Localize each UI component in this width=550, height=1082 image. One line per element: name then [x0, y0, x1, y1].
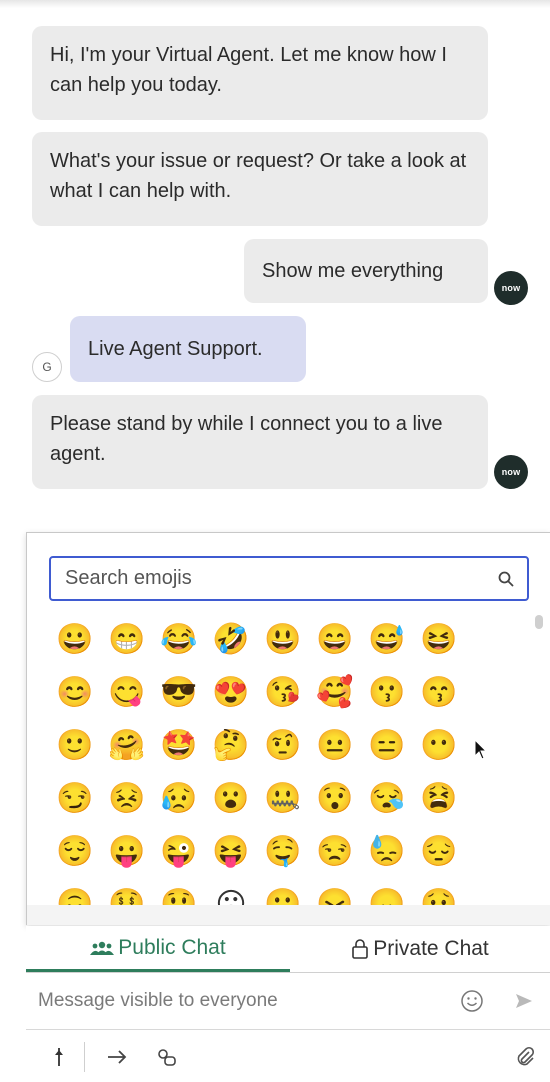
emoji-item[interactable]: 😅: [361, 613, 413, 666]
emoji-item[interactable]: 🤤: [257, 825, 309, 878]
emoji-item[interactable]: 😆: [413, 613, 465, 666]
emoji-item[interactable]: 😂: [153, 613, 205, 666]
emoji-item[interactable]: 🤨: [257, 719, 309, 772]
picker-footer: [27, 905, 550, 925]
emoji-item[interactable]: 😓: [361, 825, 413, 878]
send-icon[interactable]: [514, 991, 534, 1011]
paperclip-icon[interactable]: [514, 1046, 536, 1068]
search-icon[interactable]: [497, 570, 515, 588]
arrow-right-icon[interactable]: [106, 1046, 128, 1068]
now-avatar: now: [494, 271, 528, 305]
emoji-scrollbar[interactable]: [535, 615, 544, 905]
emoji-item[interactable]: 😣: [101, 772, 153, 825]
emoji-item[interactable]: 😍: [205, 666, 257, 719]
emoji-item[interactable]: 😶: [413, 719, 465, 772]
emoji-item[interactable]: 🤗: [101, 719, 153, 772]
emoji-item[interactable]: 🥰: [309, 666, 361, 719]
emoji-row: 😌 😛 😜 😝 🤤 😒 😓 😔: [49, 825, 519, 878]
tab-private-label: Private Chat: [373, 937, 489, 960]
message-input[interactable]: [36, 982, 440, 1020]
emoji-row: 😊 😋 😎 😍 😘 🥰 😗 😙: [49, 666, 519, 719]
agent-message: Please stand by while I connect you to a…: [32, 395, 488, 489]
emoji-item[interactable]: 😘: [257, 666, 309, 719]
top-shadow: [0, 0, 550, 8]
emoji-item[interactable]: 🤐: [257, 772, 309, 825]
emoji-item[interactable]: 😯: [309, 772, 361, 825]
emoji-item[interactable]: 🤩: [153, 719, 205, 772]
emoji-row: 😀 😁 😂 🤣 😃 😄 😅 😆: [49, 613, 519, 666]
emoji-item[interactable]: 😏: [49, 772, 101, 825]
lock-icon: [352, 939, 369, 959]
toolbar-divider: [84, 1042, 85, 1072]
agent-message: Hi, I'm your Virtual Agent. Let me know …: [32, 26, 488, 120]
emoji-picker: 😀😁😂🤣😃😄😅😆😊😋😎😍😘🥰😗😙🙂🤗🤩🤔🤨😐😑😶😏😣😥😮🤐😯😪😫😌😛😜😝🤤😒😓😔…: [26, 532, 550, 925]
smiley-icon[interactable]: [460, 989, 484, 1013]
message-composer: [26, 972, 550, 1030]
emoji-item[interactable]: 😄: [309, 613, 361, 666]
emoji-item[interactable]: 😐: [309, 719, 361, 772]
user-message: Live Agent Support.: [70, 316, 306, 382]
tab-public-chat[interactable]: Public Chat: [26, 926, 290, 972]
agent-message: Show me everything: [244, 239, 488, 303]
emoji-item[interactable]: 😌: [49, 825, 101, 878]
emoji-item[interactable]: 😃: [257, 613, 309, 666]
emoji-item[interactable]: 😒: [309, 825, 361, 878]
composer-toolbar: [26, 1030, 550, 1082]
emoji-item[interactable]: 😁: [101, 613, 153, 666]
emoji-item[interactable]: 😊: [49, 666, 101, 719]
emoji-item[interactable]: 😎: [153, 666, 205, 719]
agent-message: What's your issue or request? Or take a …: [32, 132, 488, 226]
group-icon: [90, 941, 115, 955]
emoji-item[interactable]: 😋: [101, 666, 153, 719]
emoji-item[interactable]: 😝: [205, 825, 257, 878]
emoji-item[interactable]: 🤔: [205, 719, 257, 772]
pin-icon[interactable]: [48, 1046, 70, 1068]
emoji-grid: 😀 😁 😂 🤣 😃 😄 😅 😆 😊 😋 😎 😍 😘 🥰 😗 😙 🙂 🤗 🤩 🤔 🤨 😐 😑 😶 😏 😣 😥 😮 🤐 😯 😪 😫 😌 😛 😜 😝 🤤 😒 😓 😔…: [49, 613, 519, 909]
emoji-item[interactable]: 😜: [153, 825, 205, 878]
emoji-item[interactable]: 🤣: [205, 613, 257, 666]
link-icon[interactable]: [156, 1046, 178, 1068]
emoji-item[interactable]: 😀: [49, 613, 101, 666]
chat-tabs: Public Chat Private Chat: [26, 926, 550, 973]
emoji-item[interactable]: 😫: [413, 772, 465, 825]
emoji-item[interactable]: 😔: [413, 825, 465, 878]
tab-private-chat[interactable]: Private Chat: [290, 926, 550, 972]
emoji-item[interactable]: 😙: [413, 666, 465, 719]
emoji-row: 😏 😣 😥 😮 🤐 😯 😪 😫: [49, 772, 519, 825]
user-avatar: G: [32, 352, 62, 382]
emoji-item[interactable]: 😥: [153, 772, 205, 825]
emoji-item[interactable]: 😑: [361, 719, 413, 772]
emoji-item[interactable]: 😗: [361, 666, 413, 719]
emoji-item[interactable]: 😪: [361, 772, 413, 825]
emoji-item[interactable]: 😮: [205, 772, 257, 825]
scrollbar-thumb[interactable]: [535, 615, 543, 629]
emoji-row: 🙂 🤗 🤩 🤔 🤨 😐 😑 😶: [49, 719, 519, 772]
mouse-cursor-icon: [474, 739, 488, 760]
emoji-item[interactable]: 😛: [101, 825, 153, 878]
emoji-search-box: [49, 556, 529, 601]
emoji-item[interactable]: 🙂: [49, 719, 101, 772]
tab-public-label: Public Chat: [118, 935, 226, 959]
now-avatar: now: [494, 455, 528, 489]
emoji-search-input[interactable]: [63, 566, 497, 591]
